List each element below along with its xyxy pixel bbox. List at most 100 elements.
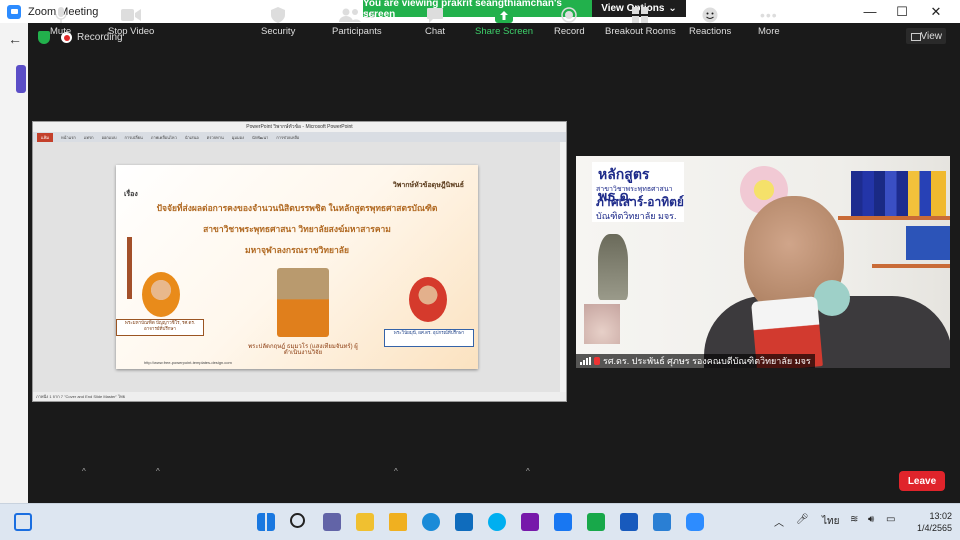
breakout-rooms-label: Breakout Rooms xyxy=(605,26,676,37)
breakout-rooms-button[interactable]: Breakout Rooms xyxy=(605,4,676,37)
onenote-icon[interactable] xyxy=(521,513,539,531)
chat-button[interactable]: Chat xyxy=(425,4,445,37)
record-button[interactable]: Record xyxy=(554,4,585,37)
system-clock[interactable]: 13:02 1/4/2565 xyxy=(917,510,952,534)
record-label: Record xyxy=(554,26,585,37)
participant-name: รศ.ดร. ประพันธ์ ศุภษร รองคณบดีบัณฑิตวิทย… xyxy=(603,356,811,366)
close-button[interactable]: ✕ xyxy=(918,0,954,23)
program-banner: หลักสูตร พธ.ด. สาขาวิชาพระพุทธศาสนา ภาคเ… xyxy=(592,162,684,222)
powerpoint-title: PowerPoint วิพากษ์หัวข้อ - Microsoft Pow… xyxy=(246,124,353,130)
breakout-rooms-icon xyxy=(632,4,649,26)
shield-icon xyxy=(271,4,286,26)
photos-icon[interactable] xyxy=(653,513,671,531)
share-options-chevron-icon[interactable]: ^ xyxy=(526,467,530,476)
participant-video[interactable]: หลักสูตร พธ.ด. สาขาวิชาพระพุทธศาสนา ภาคเ… xyxy=(576,156,950,368)
background-window-strip: ← xyxy=(0,23,28,503)
ribbon-tab: แทรก xyxy=(83,134,94,140)
mic-muted-icon xyxy=(594,357,600,365)
input-language[interactable]: ไทย xyxy=(822,514,839,529)
file-explorer-icon[interactable] xyxy=(356,513,374,531)
meeting-toolbar xyxy=(28,457,960,503)
shared-screen[interactable]: PowerPoint วิพากษ์หัวข้อ - Microsoft Pow… xyxy=(32,121,567,402)
facebook-icon[interactable] xyxy=(554,513,572,531)
ribbon-tab: ออกแบบ xyxy=(101,134,117,140)
ribbon-tab-file: แฟ้ม xyxy=(37,132,54,142)
signal-icon xyxy=(580,357,591,365)
participants-options-chevron-icon[interactable]: ^ xyxy=(394,467,398,476)
slide-subtitle: วิพากษ์หัวข้อดุษฎีนิพนธ์ xyxy=(392,182,464,189)
minimize-button[interactable]: — xyxy=(852,0,888,23)
skype-icon[interactable] xyxy=(488,513,506,531)
windows-taskbar: ︿ 🎤︎ ไทย ≋ 🔊︎ ▭ 13:02 1/4/2565 xyxy=(0,503,960,540)
chat-label: Chat xyxy=(425,26,446,37)
slide: วิพากษ์หัวข้อดุษฎีนิพนธ์ เรื่อง ปัจจัยที… xyxy=(116,165,478,369)
view-button[interactable]: View xyxy=(906,28,946,44)
wifi-icon[interactable]: ≋ xyxy=(850,514,858,525)
powerpoint-canvas: วิพากษ์หัวข้อดุษฎีนิพนธ์ เรื่อง ปัจจัยที… xyxy=(33,142,566,392)
maximize-button[interactable]: ☐ xyxy=(884,0,920,23)
reactions-label: Reactions xyxy=(689,26,732,37)
participants-button[interactable]: 15 Participants xyxy=(332,4,382,37)
reactions-button[interactable]: Reactions xyxy=(689,4,731,37)
stop-video-button[interactable]: Stop Video xyxy=(108,4,154,37)
folder-icon[interactable] xyxy=(389,513,407,531)
record-icon xyxy=(561,4,578,26)
battery-icon[interactable]: ▭ xyxy=(886,514,895,525)
slide-title-line3: มหาจุฬาลงกรณราชวิทยาลัย xyxy=(245,245,349,255)
clock-date: 1/4/2565 xyxy=(917,523,953,533)
researcher-photo xyxy=(277,268,329,337)
back-arrow-icon: ← xyxy=(8,31,22,47)
face-mask xyxy=(814,280,850,316)
contacts-app-icon[interactable] xyxy=(587,513,605,531)
clock-time: 13:02 xyxy=(929,511,953,521)
vertical-scrollbar[interactable] xyxy=(560,142,566,392)
powerpoint-title-bar: PowerPoint วิพากษ์หัวข้อ - Microsoft Pow… xyxy=(33,122,566,132)
chat-icon xyxy=(427,4,444,26)
participant-person xyxy=(704,196,950,368)
ribbon-tab: หน้าแรก xyxy=(61,134,76,140)
zoom-taskbar-icon[interactable] xyxy=(686,513,704,531)
view-label: View xyxy=(920,30,943,42)
more-button[interactable]: ••• More xyxy=(758,4,780,37)
leave-button[interactable]: Leave xyxy=(899,471,945,491)
participant-name-tag: รศ.ดร. ประพันธ์ ศุภษร รองคณบดีบัณฑิตวิทย… xyxy=(576,354,815,368)
mail-icon[interactable] xyxy=(455,513,473,531)
teams-chat-icon[interactable] xyxy=(323,513,341,531)
co-advisor-photo xyxy=(409,277,447,322)
security-label: Security xyxy=(261,26,296,37)
powerpoint-ribbon: แฟ้ม หน้าแรก แทรก ออกแบบ การเปลี่ยน ภาพเ… xyxy=(33,132,566,142)
widgets-icon[interactable] xyxy=(14,513,32,531)
participants-icon: 15 xyxy=(338,4,375,26)
search-icon[interactable] xyxy=(290,513,305,528)
video-options-chevron-icon[interactable]: ^ xyxy=(156,467,160,476)
share-screen-button[interactable]: Share Screen xyxy=(475,4,533,37)
caption-co-advisor: พระวินัยมุนี, ผศ.ดร. อุปกรณ์ที่ปรึกษา xyxy=(384,329,474,347)
zoom-logo-icon xyxy=(7,4,21,19)
participants-count: 15 xyxy=(364,10,375,20)
caption-researcher: พระปลัดกฤษฎ์ ธมฺมวโร (แสงเทียมจันทร์) ผู… xyxy=(248,344,358,356)
security-button[interactable]: Security xyxy=(261,4,295,37)
share-screen-icon xyxy=(495,4,514,26)
vase xyxy=(584,304,620,344)
mute-label: Mute xyxy=(50,26,72,37)
start-icon[interactable] xyxy=(257,513,275,531)
ribbon-tab: การช่วยเหลือ xyxy=(276,134,300,140)
stop-video-label: Stop Video xyxy=(108,26,155,37)
edge-icon[interactable] xyxy=(422,513,440,531)
share-screen-label: Share Screen xyxy=(475,26,534,37)
slide-url: http://www.free-powerpoint-templates-des… xyxy=(144,360,232,365)
security-shield-icon[interactable] xyxy=(38,31,50,44)
mute-options-chevron-icon[interactable]: ^ xyxy=(82,467,86,476)
speaker-icon[interactable]: 🔊︎ xyxy=(868,514,874,525)
ribbon-tab: ตรวจทาน xyxy=(206,134,224,140)
caption-advisor: พระมหาบัณฑิต ปัญญาวชิโร, รศ.ดร. อาจารย์ท… xyxy=(116,319,204,336)
slide-decoration-bar xyxy=(127,237,132,299)
mute-button[interactable]: Mute xyxy=(50,4,71,37)
ribbon-tab: มุมมอง xyxy=(231,134,244,140)
ribbon-tab: การเปลี่ยน xyxy=(124,134,143,140)
microphone-tray-icon[interactable]: 🎤︎ xyxy=(796,514,809,525)
tray-overflow-chevron-icon[interactable]: ︿ xyxy=(774,514,784,529)
video-camera-icon xyxy=(121,4,142,26)
slide-title-line2: สาขาวิชาพระพุทธศาสนา วิทยาลัยสงฆ์มหาสารค… xyxy=(203,224,391,234)
word-icon[interactable] xyxy=(620,513,638,531)
